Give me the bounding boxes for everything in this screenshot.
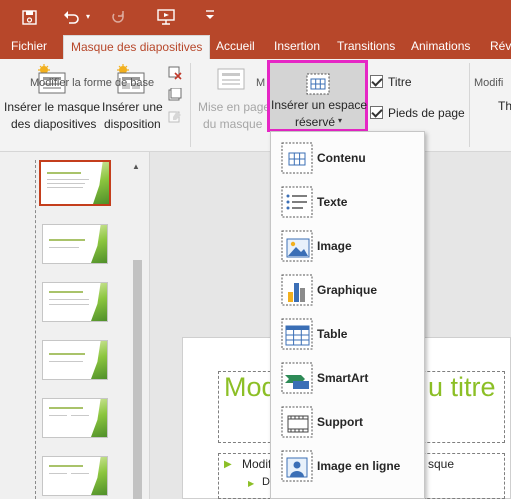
picture-placeholder-icon — [281, 230, 313, 262]
slide-title-right: u titre — [428, 372, 496, 402]
chevron-down-icon: ▾ — [338, 116, 343, 125]
insert-placeholder-label-1: Insérer un espace — [271, 98, 368, 112]
menu-item-label: Image — [317, 239, 352, 253]
menu-item-label: SmartArt — [317, 371, 369, 385]
layout-thumbnail[interactable] — [42, 282, 108, 322]
menu-item-table[interactable]: Table — [271, 312, 424, 356]
insert-placeholder-button[interactable]: Insérer un espace réservé ▾ — [267, 60, 368, 132]
tab-file[interactable]: Fichier — [11, 35, 47, 59]
body-line-1-left: Modif — [242, 457, 272, 471]
menu-item-chart[interactable]: Graphique — [271, 268, 424, 312]
ribbon-tabs: Fichier Masque des diapositives Accueil … — [0, 35, 511, 60]
master-layout-icon — [217, 68, 245, 95]
online-picture-placeholder-icon — [281, 450, 313, 482]
menu-item-label: Table — [317, 327, 348, 341]
master-layout-button: Mise en page du masque — [194, 62, 271, 134]
content-placeholder-icon — [281, 142, 313, 174]
preserve-slide-icon — [168, 110, 182, 127]
slide-master-thumbnail[interactable] — [39, 160, 111, 206]
menu-item-online-picture[interactable]: Image en ligne — [271, 444, 424, 488]
redo-icon — [111, 10, 125, 26]
menu-item-media[interactable]: Support — [271, 400, 424, 444]
present-icon[interactable] — [157, 9, 175, 27]
delete-slide-icon[interactable] — [168, 66, 182, 83]
title-checkbox-label: Titre — [388, 75, 412, 89]
chart-placeholder-icon — [281, 274, 313, 306]
insert-slide-master-label-1: Insérer le masque — [4, 100, 101, 114]
layout-thumbnail[interactable] — [42, 224, 108, 264]
media-placeholder-icon — [281, 406, 313, 438]
menu-item-picture[interactable]: Image — [271, 224, 424, 268]
menu-item-text[interactable]: Texte — [271, 180, 424, 224]
customize-quick-access-icon[interactable] — [205, 9, 215, 23]
footer-checkbox[interactable] — [370, 106, 383, 119]
insert-placeholder-label-2: réservé — [295, 115, 336, 129]
tab-slide-master[interactable]: Masque des diapositives — [63, 35, 211, 60]
ribbon-separator — [469, 63, 470, 147]
menu-item-smartart[interactable]: SmartArt — [271, 356, 424, 400]
rename-slide-icon[interactable] — [168, 87, 182, 105]
layout-thumbnail[interactable] — [42, 398, 108, 438]
save-icon[interactable] — [22, 10, 37, 27]
themes-button-label[interactable]: Th — [498, 98, 511, 114]
menu-item-label: Texte — [317, 195, 348, 209]
placeholder-icon — [306, 73, 330, 98]
text-placeholder-icon — [281, 186, 313, 218]
menu-item-label: Support — [317, 415, 363, 429]
ribbon-separator — [190, 63, 191, 147]
group-edit-theme-label: Modifi — [474, 77, 504, 89]
tab-transitions[interactable]: Transitions — [337, 35, 395, 59]
tab-home[interactable]: Accueil — [216, 35, 255, 59]
title-checkbox[interactable] — [370, 75, 383, 88]
insert-layout-button[interactable]: Insérer une disposition — [100, 62, 166, 134]
table-placeholder-icon — [281, 318, 313, 350]
master-layout-label-1: Mise en page — [198, 100, 271, 114]
insert-slide-master-button[interactable]: Insérer le masque des diapositives — [4, 62, 101, 134]
insert-layout-label-1: Insérer une — [102, 100, 163, 114]
bullet-icon: ▶ — [224, 459, 232, 470]
master-tree-line — [35, 160, 36, 499]
menu-item-label: Graphique — [317, 283, 378, 297]
smartart-placeholder-icon — [281, 362, 313, 394]
title-bar: ▾ — [0, 0, 511, 35]
tab-review[interactable]: Rév — [490, 35, 511, 59]
insert-slide-master-label-2: des diapositives — [11, 117, 97, 131]
undo-dropdown-icon[interactable]: ▾ — [86, 10, 90, 24]
layout-thumbnail[interactable] — [42, 456, 108, 496]
tab-insert[interactable]: Insertion — [274, 35, 320, 59]
body-line-1-right: sque — [428, 457, 455, 471]
footer-checkbox-label: Pieds de page — [388, 106, 465, 120]
group-master-layout-label: M — [256, 77, 266, 89]
bullet-icon: ▶ — [248, 479, 255, 488]
menu-item-content[interactable]: Contenu — [271, 136, 424, 180]
scrollbar-thumb[interactable] — [133, 260, 142, 499]
undo-icon[interactable] — [63, 10, 79, 26]
menu-item-label: Image en ligne — [317, 459, 401, 473]
group-edit-master-label: Modifier la forme de base — [30, 77, 155, 89]
master-layout-label-2: du masque — [203, 117, 263, 131]
insert-layout-label-2: disposition — [104, 117, 161, 131]
tab-animations[interactable]: Animations — [411, 35, 470, 59]
scroll-up-icon[interactable]: ▲ — [132, 162, 140, 171]
menu-item-label: Contenu — [317, 151, 366, 165]
layout-thumbnail[interactable] — [42, 340, 108, 380]
